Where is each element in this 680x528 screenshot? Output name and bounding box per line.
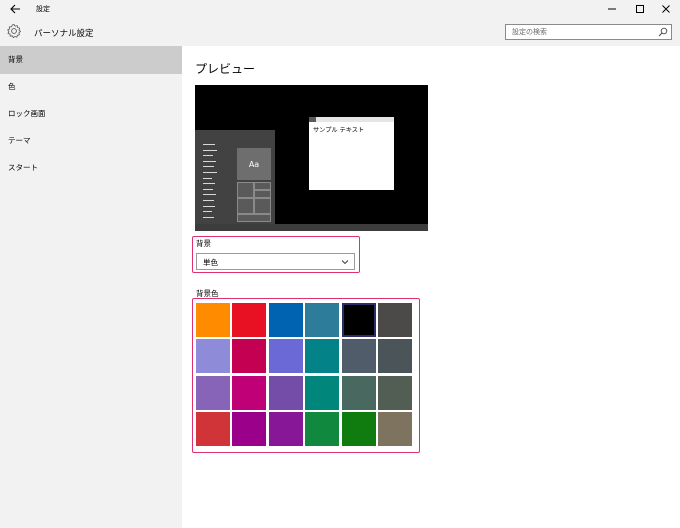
color-swatch[interactable]	[378, 339, 412, 374]
sidebar-item-start[interactable]: スタート	[0, 154, 182, 182]
sidebar-item-background[interactable]: 背景	[0, 46, 182, 74]
preview-tile-grid	[237, 182, 271, 222]
preview-sample-window: サンプル テキスト	[309, 117, 394, 190]
sidebar-item-label: 色	[8, 82, 16, 91]
color-swatch[interactable]	[268, 339, 303, 374]
preview-taskbar	[195, 224, 428, 231]
preview-tile-label: Aa	[248, 159, 260, 169]
maximize-icon	[636, 5, 644, 13]
color-swatch[interactable]	[341, 412, 376, 447]
color-swatch[interactable]	[268, 375, 303, 410]
preview-start-menu: Aa	[195, 130, 275, 224]
color-swatch[interactable]	[341, 375, 376, 410]
minimize-icon	[608, 8, 616, 10]
close-button[interactable]	[654, 0, 678, 18]
color-swatch[interactable]	[378, 375, 412, 410]
preview-tile-large: Aa	[237, 148, 271, 180]
maximize-button[interactable]	[628, 0, 652, 18]
search-icon[interactable]	[658, 27, 668, 37]
window-title: 設定	[36, 5, 50, 13]
search-box[interactable]	[505, 24, 672, 40]
sidebar-item-label: テーマ	[8, 136, 31, 145]
sidebar-item-label: 背景	[8, 55, 23, 64]
color-swatch[interactable]	[340, 302, 377, 338]
preview-menu-lines	[203, 144, 217, 222]
sidebar-item-colors[interactable]: 色	[0, 73, 182, 101]
title-bar: 設定	[0, 0, 680, 18]
color-swatch[interactable]	[341, 339, 376, 374]
color-swatch[interactable]	[232, 412, 267, 447]
color-swatch[interactable]	[196, 412, 230, 447]
color-swatch[interactable]	[232, 303, 267, 337]
page-title: プレビュー	[195, 62, 256, 76]
background-color-grid	[196, 302, 412, 448]
color-swatch[interactable]	[232, 339, 267, 374]
close-icon	[662, 5, 670, 13]
color-swatch[interactable]	[305, 339, 340, 374]
color-swatch[interactable]	[305, 303, 340, 337]
color-swatch[interactable]	[378, 303, 412, 337]
search-input[interactable]	[506, 25, 656, 39]
sidebar-item-label: スタート	[8, 163, 38, 172]
minimize-button[interactable]	[600, 0, 624, 18]
chevron-down-icon	[341, 260, 349, 265]
back-arrow-icon[interactable]	[8, 2, 22, 16]
sidebar-item-themes[interactable]: テーマ	[0, 127, 182, 155]
color-swatch[interactable]	[268, 303, 303, 337]
color-swatch[interactable]	[305, 412, 340, 447]
sidebar-item-lock-screen[interactable]: ロック画面	[0, 100, 182, 128]
background-dropdown-value: 単色	[203, 258, 218, 267]
preview-sample-text: サンプル テキスト	[313, 127, 365, 134]
desktop-preview: Aa サンプル テキスト	[195, 85, 428, 231]
background-label: 背景	[196, 239, 211, 248]
color-swatch[interactable]	[196, 339, 230, 374]
settings-header: パーソナル設定	[0, 18, 680, 46]
color-swatch[interactable]	[268, 412, 303, 447]
color-swatch[interactable]	[378, 412, 412, 447]
page-header-title: パーソナル設定	[34, 29, 94, 39]
color-swatch[interactable]	[196, 375, 230, 410]
background-dropdown[interactable]: 単色	[196, 253, 355, 270]
main-content: プレビュー Aa サンプル テキスト 背景 単色 背景色	[182, 46, 680, 528]
color-swatch[interactable]	[305, 375, 340, 410]
sidebar: 背景 色 ロック画面 テーマ スタート	[0, 46, 182, 528]
color-swatch[interactable]	[196, 303, 230, 337]
background-color-label: 背景色	[196, 289, 219, 298]
sidebar-item-label: ロック画面	[8, 109, 46, 118]
gear-icon	[7, 24, 22, 39]
color-swatch[interactable]	[232, 375, 267, 410]
